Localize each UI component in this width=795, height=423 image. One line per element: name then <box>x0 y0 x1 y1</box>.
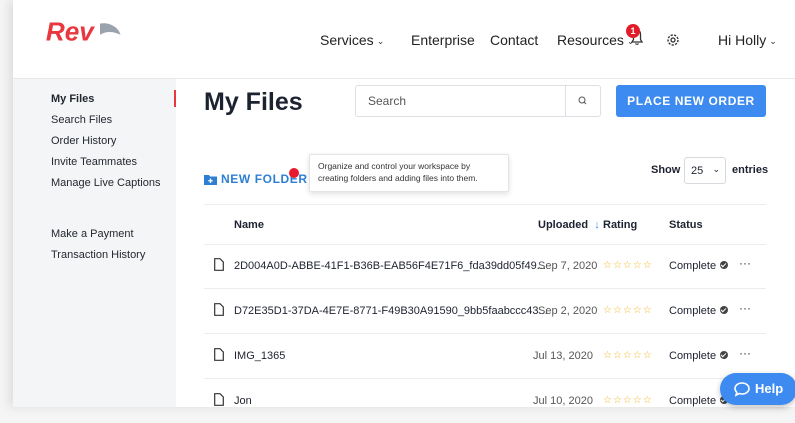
upload-date: Jul 10, 2020 <box>533 395 593 407</box>
table-row[interactable]: IMG_1365 Jul 13, 2020 ☆☆☆☆☆ Complete ··· <box>204 334 766 379</box>
rating-stars[interactable]: ☆☆☆☆☆ <box>603 395 653 406</box>
notification-badge: 1 <box>626 24 640 38</box>
search-button[interactable] <box>565 86 600 116</box>
new-folder-tooltip: Organize and control your workspace by c… <box>309 154 509 192</box>
page-title: My Files <box>204 88 303 116</box>
rating-stars[interactable]: ☆☆☆☆☆ <box>603 305 653 316</box>
app-window: Rev Services ⌄ Enterprise Contact Resourc… <box>13 0 795 407</box>
user-greeting: Hi Holly <box>718 32 767 48</box>
file-name[interactable]: 2D004A0D-ABBE-41F1-B36B-EAB56F4E71F6_fda… <box>234 260 546 272</box>
entries-select[interactable]: 25 ⌄ <box>684 157 726 184</box>
sidebar-item-my-files[interactable]: My Files <box>51 93 94 105</box>
rating-stars[interactable]: ☆☆☆☆☆ <box>603 350 653 361</box>
status-cell: Complete <box>669 395 729 407</box>
column-header-status[interactable]: Status <box>669 219 703 231</box>
check-circle-icon <box>720 261 729 269</box>
status-text: Complete <box>669 350 717 362</box>
show-label: Show <box>651 164 681 176</box>
status-cell: Complete <box>669 305 729 317</box>
table-row[interactable]: 2D004A0D-ABBE-41F1-B36B-EAB56F4E71F6_fda… <box>204 244 766 289</box>
sidebar-item-order-history[interactable]: Order History <box>51 135 116 147</box>
status-text: Complete <box>669 395 717 407</box>
more-options-button[interactable]: ··· <box>739 301 751 315</box>
file-name[interactable]: Jon <box>234 395 252 407</box>
sidebar-item-search-files[interactable]: Search Files <box>51 114 112 126</box>
gear-icon[interactable] <box>665 32 681 48</box>
search-box <box>355 85 601 117</box>
sidebar-item-invite-teammates[interactable]: Invite Teammates <box>51 156 137 168</box>
status-cell: Complete <box>669 260 729 272</box>
upload-date: Sep 2, 2020 <box>538 305 598 317</box>
column-header-name[interactable]: Name <box>234 219 264 231</box>
table-row[interactable]: D72E35D1-37DA-4E7E-8771-F49B30A91590_9bb… <box>204 289 766 334</box>
nav-services[interactable]: Services ⌄ <box>320 32 384 48</box>
check-circle-icon <box>720 306 729 314</box>
check-circle-icon <box>720 351 729 359</box>
upload-date: Jul 13, 2020 <box>533 350 593 362</box>
sort-arrow-icon: ↓ <box>594 219 600 231</box>
chevron-down-icon: ⌄ <box>712 164 720 174</box>
status-cell: Complete <box>669 350 729 362</box>
help-button[interactable]: Help <box>720 373 795 405</box>
place-new-order-button[interactable]: PLACE NEW ORDER <box>616 85 766 117</box>
nav-resources-label: Resources <box>557 32 624 48</box>
column-header-rating[interactable]: Rating <box>603 219 637 231</box>
file-name[interactable]: D72E35D1-37DA-4E7E-8771-F49B30A91590_9bb… <box>234 305 548 317</box>
file-icon <box>214 348 224 361</box>
svg-text:Rev: Rev <box>46 18 95 46</box>
nav-services-label: Services <box>320 32 374 48</box>
search-input[interactable] <box>356 86 590 116</box>
sidebar-item-transaction-history[interactable]: Transaction History <box>51 249 145 261</box>
sidebar: My Files Search Files Order History Invi… <box>13 79 176 407</box>
more-options-button[interactable]: ··· <box>739 256 751 270</box>
table-header: Name Uploaded ↓ Rating Status <box>204 204 766 245</box>
help-label: Help <box>755 381 784 396</box>
search-icon <box>578 96 587 105</box>
nav-contact[interactable]: Contact <box>490 32 538 48</box>
entries-label: entries <box>732 164 769 176</box>
sidebar-item-make-payment[interactable]: Make a Payment <box>51 228 134 240</box>
chat-bubble-icon <box>734 382 750 397</box>
column-header-uploaded-label: Uploaded <box>538 219 589 231</box>
table-row[interactable]: Jon Jul 10, 2020 ☆☆☆☆☆ Complete <box>204 379 766 423</box>
active-item-marker <box>174 90 176 107</box>
user-menu[interactable]: Hi Holly ⌄ <box>718 32 777 48</box>
status-text: Complete <box>669 305 717 317</box>
file-icon <box>214 303 224 316</box>
file-icon <box>214 393 224 406</box>
rev-logo[interactable]: Rev <box>43 18 129 46</box>
folder-plus-icon <box>204 175 217 185</box>
status-text: Complete <box>669 260 717 272</box>
notification-dot <box>289 168 299 178</box>
nav-resources[interactable]: Resources ⌄ <box>557 32 634 48</box>
rating-stars[interactable]: ☆☆☆☆☆ <box>603 260 653 271</box>
file-name[interactable]: IMG_1365 <box>234 350 285 362</box>
upload-date: Sep 7, 2020 <box>538 260 598 272</box>
entries-select-value: 25 <box>691 165 704 177</box>
chevron-down-icon: ⌄ <box>376 36 385 46</box>
nav-enterprise[interactable]: Enterprise <box>411 32 475 48</box>
sidebar-item-manage-live-captions[interactable]: Manage Live Captions <box>51 177 160 189</box>
chevron-down-icon: ⌄ <box>769 36 777 46</box>
top-navigation: Rev Services ⌄ Enterprise Contact Resourc… <box>13 0 795 79</box>
more-options-button[interactable]: ··· <box>739 346 751 360</box>
file-icon <box>214 258 224 271</box>
column-header-uploaded[interactable]: Uploaded ↓ <box>538 219 600 231</box>
